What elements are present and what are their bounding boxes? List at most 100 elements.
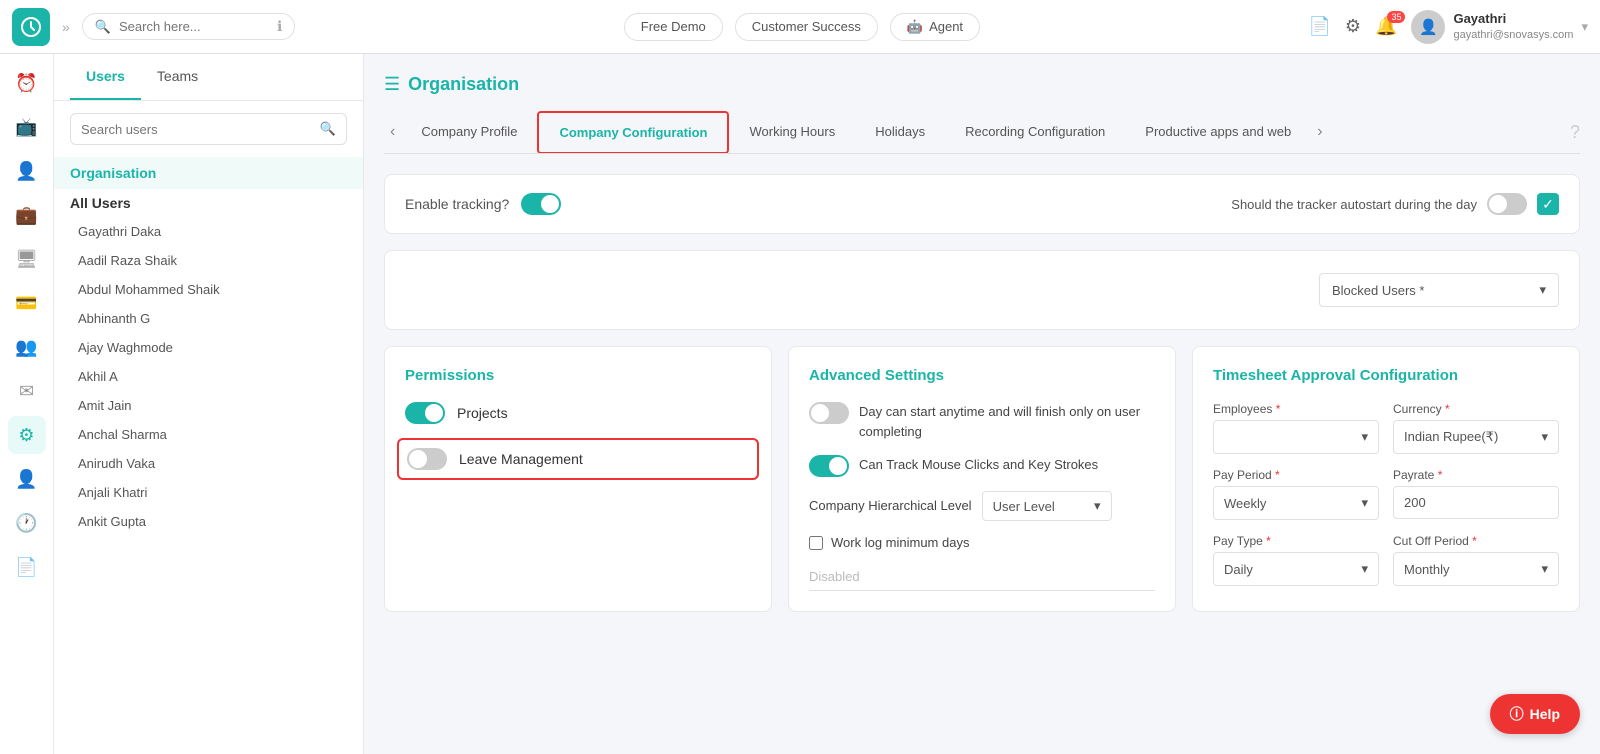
avatar: 👤 (1411, 10, 1445, 44)
search-users-input[interactable] (81, 122, 312, 137)
hierarchical-select[interactable]: User Level ▾ (982, 491, 1112, 521)
advanced-settings-title: Advanced Settings (809, 367, 1155, 384)
cut-off-period-dropdown-icon: ▾ (1541, 561, 1548, 577)
customer-success-button[interactable]: Customer Success (735, 13, 878, 41)
sidebar-icon-card[interactable]: 💳 (8, 284, 46, 322)
blocked-users-select[interactable]: Blocked Users * ▾ (1319, 273, 1559, 307)
list-item[interactable]: Amit Jain (54, 391, 363, 420)
global-search-input[interactable] (119, 19, 269, 34)
sidebar-icon-time[interactable]: 🕐 (8, 504, 46, 542)
pay-type-required: * (1266, 534, 1271, 548)
pay-type-dropdown-icon: ▾ (1361, 561, 1368, 577)
user-name: Gayathri (1453, 11, 1573, 28)
autostart-switch[interactable] (1487, 193, 1527, 215)
list-item[interactable]: Akhil A (54, 362, 363, 391)
list-item[interactable]: Aadil Raza Shaik (54, 246, 363, 275)
payrate-input[interactable]: 200 (1393, 486, 1559, 519)
worklog-checkbox[interactable] (809, 536, 823, 550)
autostart-toggle[interactable] (1487, 193, 1527, 215)
list-item[interactable]: Anirudh Vaka (54, 449, 363, 478)
pay-type-select[interactable]: Daily ▾ (1213, 552, 1379, 586)
sidebar-icon-clock[interactable]: ⏰ (8, 64, 46, 102)
blocked-users-placeholder: Blocked Users * (1332, 283, 1424, 298)
timesheet-fields-grid: Employees * ▾ Currency * Indian Rupee(₹)… (1213, 402, 1559, 586)
payrate-label: Payrate * (1393, 468, 1559, 482)
tab-left-arrow[interactable]: ‹ (384, 123, 401, 141)
hierarchical-label: Company Hierarchical Level (809, 496, 972, 516)
enable-tracking-toggle[interactable] (521, 193, 561, 215)
settings-icon[interactable]: ⚙ (1345, 16, 1361, 37)
bottom-cards: Permissions Projects Leave Management Ad… (384, 346, 1580, 612)
free-demo-button[interactable]: Free Demo (624, 13, 723, 41)
organisation-label[interactable]: Organisation (54, 157, 363, 189)
list-item[interactable]: Ajay Waghmode (54, 333, 363, 362)
help-fab-button[interactable]: ⓘ Help (1490, 694, 1580, 734)
search-users-bar[interactable]: 🔍 (70, 113, 347, 145)
hierarchical-row: Company Hierarchical Level User Level ▾ (809, 491, 1155, 521)
day-start-toggle[interactable] (809, 402, 849, 424)
enable-tracking-switch[interactable] (521, 193, 561, 215)
agent-button[interactable]: 🤖 Agent (890, 13, 980, 41)
sidebar-icon-briefcase[interactable]: 💼 (8, 196, 46, 234)
list-item[interactable]: Abdul Mohammed Shaik (54, 275, 363, 304)
cut-off-period-select[interactable]: Monthly ▾ (1393, 552, 1559, 586)
all-users-label[interactable]: All Users (54, 189, 363, 217)
tab-recording-configuration[interactable]: Recording Configuration (945, 112, 1125, 153)
pay-period-select[interactable]: Weekly ▾ (1213, 486, 1379, 520)
projects-toggle[interactable] (405, 402, 445, 424)
nav-expand-icon[interactable]: » (62, 19, 70, 35)
help-circle-icon[interactable]: ? (1570, 122, 1580, 143)
tab-working-hours[interactable]: Working Hours (729, 112, 855, 153)
tab-company-configuration[interactable]: Company Configuration (537, 111, 729, 154)
hierarchical-dropdown-icon: ▾ (1094, 498, 1101, 514)
day-start-row: Day can start anytime and will finish on… (809, 402, 1155, 441)
notification-icon[interactable]: 🔔 35 (1375, 16, 1397, 37)
currency-select[interactable]: Indian Rupee(₹) ▾ (1393, 420, 1559, 454)
tab-teams[interactable]: Teams (141, 54, 214, 100)
pay-type-value: Daily (1224, 562, 1253, 577)
permissions-card: Permissions Projects Leave Management (384, 346, 772, 612)
search-users-icon: 🔍 (320, 121, 336, 137)
list-item[interactable]: Abhinanth G (54, 304, 363, 333)
pay-period-dropdown-icon: ▾ (1361, 495, 1368, 511)
sidebar-icon-settings[interactable]: ⚙ (8, 416, 46, 454)
list-item[interactable]: Ankit Gupta (54, 507, 363, 536)
user-menu[interactable]: 👤 Gayathri gayathri@snovasys.com ▾ (1411, 10, 1588, 44)
worklog-row[interactable]: Work log minimum days (809, 533, 1155, 553)
nav-right-icons: 📄 ⚙ 🔔 35 👤 Gayathri gayathri@snovasys.co… (1308, 10, 1588, 44)
sidebar-icon-monitor[interactable]: 📺 (8, 108, 46, 146)
app-logo[interactable] (12, 8, 50, 46)
left-panel-tabs: Users Teams (54, 54, 363, 101)
user-list: Gayathri Daka Aadil Raza Shaik Abdul Moh… (54, 217, 363, 536)
timesheet-approval-title: Timesheet Approval Configuration (1213, 367, 1559, 384)
leave-management-toggle[interactable] (407, 448, 447, 470)
permissions-leave-row: Leave Management (397, 438, 759, 480)
sidebar-icon-group[interactable]: 👥 (8, 328, 46, 366)
hierarchical-value: User Level (993, 499, 1055, 514)
tab-productive-apps[interactable]: Productive apps and web (1125, 112, 1311, 153)
mouse-track-row: Can Track Mouse Clicks and Key Strokes (809, 455, 1155, 477)
sidebar-icon-file[interactable]: 📄 (8, 548, 46, 586)
pay-period-required: * (1275, 468, 1280, 482)
permissions-title: Permissions (405, 367, 751, 384)
ts-field-employees: Employees * ▾ (1213, 402, 1379, 454)
tab-holidays[interactable]: Holidays (855, 112, 945, 153)
document-icon[interactable]: 📄 (1308, 16, 1330, 37)
cut-off-period-required: * (1472, 534, 1477, 548)
info-icon: ℹ (277, 18, 282, 35)
sidebar-icon-user[interactable]: 👤 (8, 152, 46, 190)
sidebar-icon-desktop[interactable]: 🖥 (8, 240, 46, 278)
tab-right-arrow[interactable]: › (1311, 123, 1328, 141)
employees-select[interactable]: ▾ (1213, 420, 1379, 454)
list-item[interactable]: Gayathri Daka (54, 217, 363, 246)
sidebar-icon-mail[interactable]: ✉ (8, 372, 46, 410)
mouse-track-toggle[interactable] (809, 455, 849, 477)
global-search-bar[interactable]: 🔍 ℹ (82, 13, 296, 40)
ts-field-cut-off-period: Cut Off Period * Monthly ▾ (1393, 534, 1559, 586)
list-item[interactable]: Anchal Sharma (54, 420, 363, 449)
tab-company-profile[interactable]: Company Profile (401, 112, 537, 153)
sidebar-icon-person[interactable]: 👤 (8, 460, 46, 498)
list-item[interactable]: Anjali Khatri (54, 478, 363, 507)
top-navigation: » 🔍 ℹ Free Demo Customer Success 🤖 Agent… (0, 0, 1600, 54)
tab-users[interactable]: Users (70, 54, 141, 100)
